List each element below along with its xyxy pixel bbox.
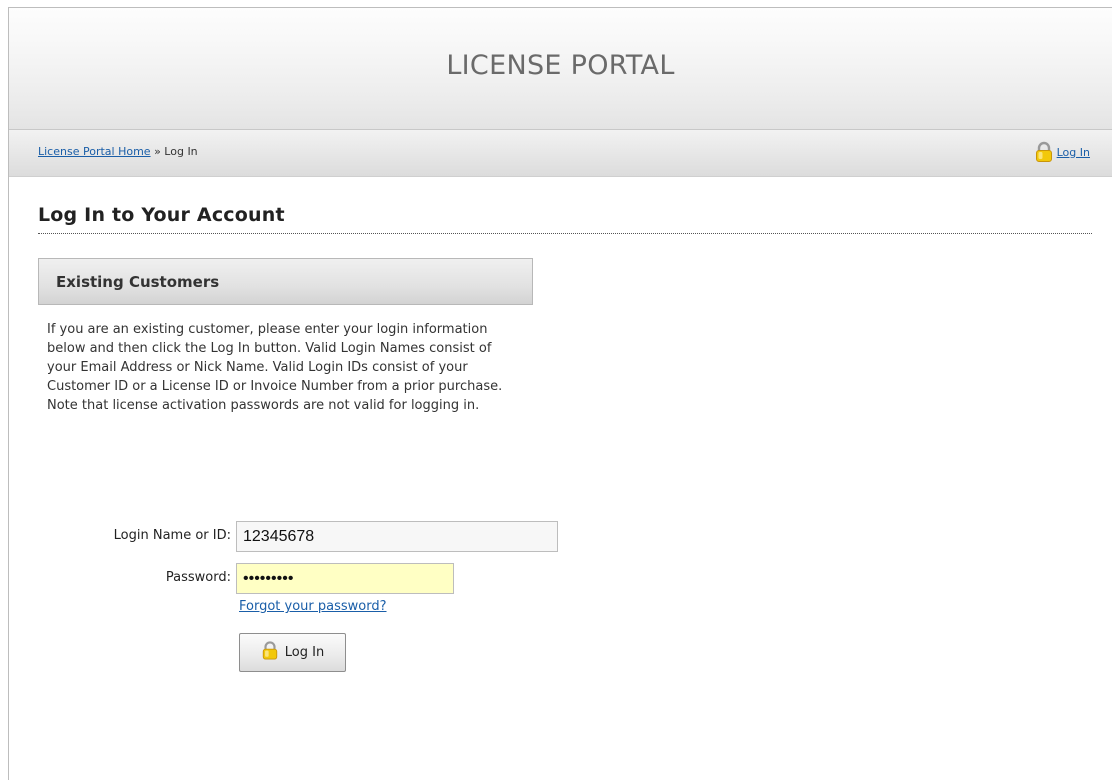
- page-header: LICENSE PORTAL: [9, 8, 1112, 130]
- page-title: Log In to Your Account: [38, 204, 285, 226]
- login-button[interactable]: Log In: [239, 633, 346, 672]
- breadcrumb: License Portal Home » Log In: [38, 145, 198, 158]
- password-row: Password:: [75, 570, 231, 585]
- breadcrumb-current: Log In: [164, 145, 198, 158]
- forgot-password-link[interactable]: Forgot your password?: [239, 599, 387, 614]
- login-button-label: Log In: [284, 645, 325, 660]
- lock-icon: [261, 640, 279, 665]
- password-input[interactable]: [236, 563, 454, 594]
- login-label: Login Name or ID:: [113, 528, 231, 543]
- intro-text: If you are an existing customer, please …: [47, 322, 503, 413]
- portal-title: LICENSE PORTAL: [446, 50, 675, 81]
- lock-icon[interactable]: [1034, 141, 1054, 163]
- nav-login-link[interactable]: Log In: [1057, 146, 1090, 159]
- breadcrumb-home-link[interactable]: License Portal Home: [38, 145, 151, 158]
- section-title: Existing Customers: [56, 273, 220, 291]
- breadcrumb-separator: »: [154, 145, 161, 158]
- title-divider: [38, 233, 1092, 234]
- login-row: Login Name or ID:: [75, 528, 231, 543]
- nav-login[interactable]: Log In: [1034, 141, 1090, 163]
- password-label: Password:: [165, 570, 231, 585]
- existing-customers-section-header: Existing Customers: [38, 258, 533, 305]
- login-name-input[interactable]: [236, 521, 558, 552]
- nav-bar: License Portal Home » Log In Log In: [9, 130, 1112, 177]
- page-frame: LICENSE PORTAL License Portal Home » Log…: [8, 7, 1112, 780]
